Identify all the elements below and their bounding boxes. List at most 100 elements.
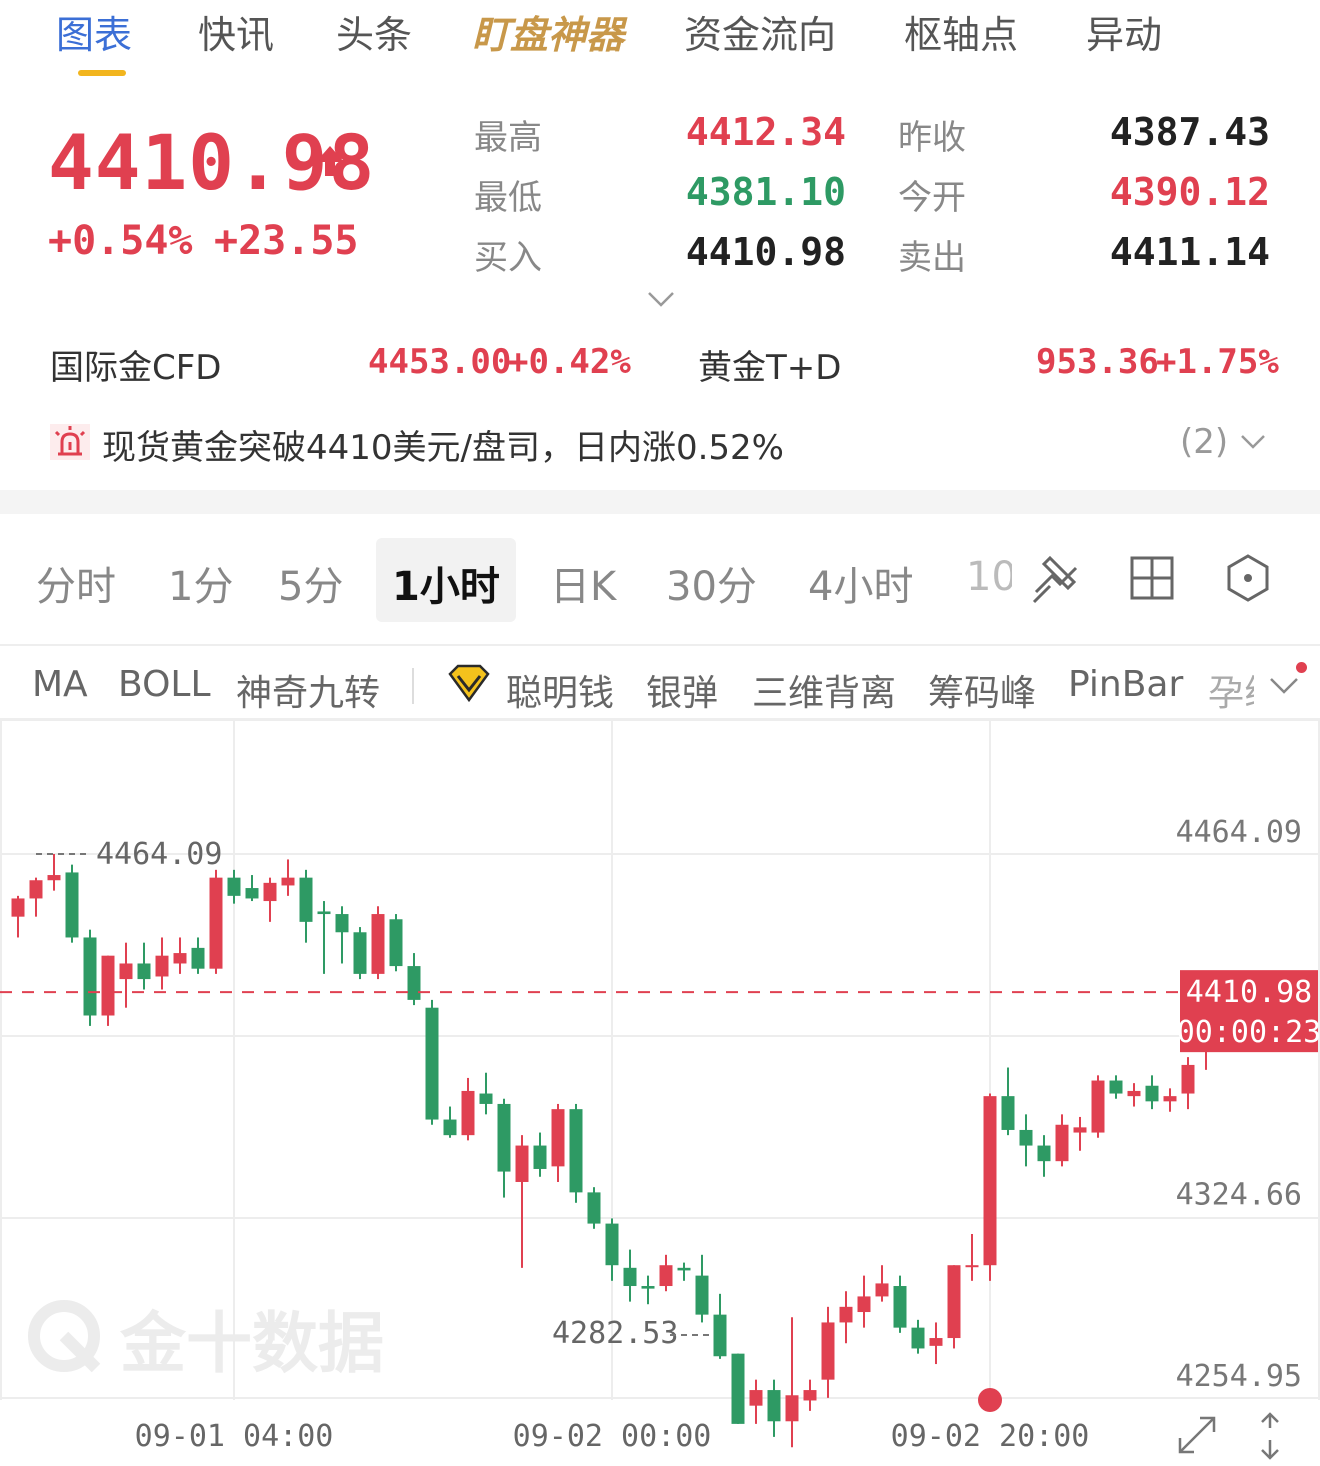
candle: [479, 1072, 493, 1115]
candle-body: [65, 872, 79, 938]
candle-body: [1091, 1080, 1105, 1133]
indicator-pinbar[interactable]: PinBar: [1068, 664, 1183, 705]
period-tab-daily[interactable]: 日K: [550, 554, 616, 612]
candle: [281, 859, 295, 896]
high-label: 最高: [474, 118, 542, 158]
candle-body: [821, 1322, 835, 1380]
candle-body: [965, 1265, 979, 1268]
indicator-smart-money[interactable]: 聪明钱: [506, 664, 614, 716]
y-tick-label: 4324.66: [1176, 1178, 1302, 1213]
candle-body: [731, 1353, 745, 1424]
x-tick-label: 09-01 04:00: [135, 1419, 334, 1454]
indicator-more-chevron-icon[interactable]: [1268, 676, 1300, 696]
candle-body: [749, 1390, 763, 1406]
candle: [1181, 1057, 1195, 1110]
candle: [767, 1379, 781, 1437]
tab-unusual-moves[interactable]: 异动: [1086, 4, 1162, 59]
tab-chart[interactable]: 图表: [56, 4, 132, 59]
candle-body: [1127, 1090, 1141, 1097]
min-price-label: 4282.53: [552, 1316, 678, 1351]
candle-body: [875, 1283, 889, 1297]
candle-body: [659, 1265, 673, 1287]
candle-body: [587, 1192, 601, 1224]
section-divider: [0, 490, 1320, 514]
tab-capital-flow[interactable]: 资金流向: [684, 4, 836, 59]
fullscreen-icon[interactable]: [1178, 1416, 1216, 1454]
period-bar-divider: [0, 644, 1320, 646]
candle-body: [605, 1223, 619, 1266]
candle: [47, 854, 61, 891]
indicator-td-sequential[interactable]: 神奇九转: [236, 664, 380, 716]
candle-body: [299, 877, 313, 922]
candle: [947, 1265, 961, 1349]
expand-quote-chevron-icon[interactable]: [646, 290, 676, 308]
vertical-scale-icon[interactable]: [1261, 1412, 1279, 1460]
candle: [605, 1218, 619, 1281]
candle: [1145, 1075, 1159, 1110]
candle: [641, 1275, 655, 1305]
high-value: 4412.34: [685, 110, 846, 154]
candle: [119, 942, 133, 1008]
period-tab-1hour[interactable]: 1小时: [392, 554, 500, 612]
candle-body: [479, 1093, 493, 1104]
draw-line-tool-icon[interactable]: [1030, 552, 1082, 604]
related-pct: +1.75%: [1156, 342, 1279, 382]
premium-diamond-icon: [448, 664, 490, 703]
news-headline: 现货黄金突破4410美元/盘司，日内涨0.52%: [102, 428, 784, 468]
indicator-chip-peak[interactable]: 筹码峰: [928, 664, 1036, 716]
candle-body: [1073, 1127, 1087, 1133]
indicator-separator: [412, 668, 414, 704]
candle-body: [371, 914, 385, 974]
news-count: (2): [1180, 422, 1229, 462]
news-expand-chevron-icon: [1241, 435, 1265, 449]
tab-headlines[interactable]: 头条: [336, 4, 412, 59]
indicator-boll[interactable]: BOLL: [118, 664, 211, 705]
period-tab-timeshare[interactable]: 分时: [36, 554, 116, 612]
candle: [785, 1317, 799, 1448]
candle-body: [1055, 1124, 1069, 1162]
max-price-label: 4464.09: [96, 837, 222, 872]
indicator-3d-divergence[interactable]: 三维背离: [752, 664, 896, 716]
candle: [209, 869, 223, 974]
period-tab-more[interactable]: 10: [966, 554, 1012, 600]
indicator-silver-bullet[interactable]: 银弹: [646, 664, 718, 716]
candle: [497, 1098, 511, 1198]
indicator-ma[interactable]: MA: [32, 664, 88, 705]
candle: [857, 1275, 871, 1328]
active-tab-underline: [78, 70, 126, 76]
candle-body: [695, 1275, 709, 1315]
candle: [911, 1319, 925, 1354]
candle: [965, 1233, 979, 1281]
candle: [983, 1093, 997, 1281]
candle-body: [929, 1338, 943, 1346]
tab-watch-tool[interactable]: 盯盘神器: [472, 4, 624, 59]
related-price: 4453.00: [368, 342, 512, 382]
period-tab-30min[interactable]: 30分: [666, 554, 757, 612]
candle-body: [83, 937, 97, 1016]
candle: [299, 869, 313, 943]
candle: [11, 895, 25, 938]
period-tab-5min[interactable]: 5分: [278, 554, 343, 612]
alarm-icon: [50, 424, 90, 460]
candlestick-chart[interactable]: 金十数据 4410.98 00:00:23 4464.09 4282.53 4464.…: [0, 720, 1320, 1466]
settings-hexagon-icon[interactable]: [1222, 552, 1274, 604]
indicator-inside-bar[interactable]: 孕线: [1208, 664, 1254, 716]
period-tab-1min[interactable]: 1分: [168, 554, 233, 612]
tab-pivot-points[interactable]: 枢轴点: [904, 4, 1018, 59]
period-tab-4hour[interactable]: 4小时: [808, 554, 913, 612]
related-pct: +0.42%: [508, 342, 631, 382]
candle: [83, 929, 97, 1026]
candle-body: [119, 963, 133, 980]
candle: [1127, 1083, 1141, 1107]
y-tick-label: 4464.09: [1176, 815, 1302, 850]
candle: [1163, 1088, 1177, 1112]
candle: [803, 1379, 817, 1411]
candle-body: [983, 1096, 997, 1266]
candle-body: [191, 947, 205, 969]
candle: [749, 1379, 763, 1424]
tab-flash-news[interactable]: 快讯: [198, 4, 274, 59]
layout-grid-icon[interactable]: [1126, 552, 1178, 604]
open-label: 今开: [898, 178, 966, 218]
candle: [695, 1254, 709, 1323]
candle: [407, 953, 421, 1006]
